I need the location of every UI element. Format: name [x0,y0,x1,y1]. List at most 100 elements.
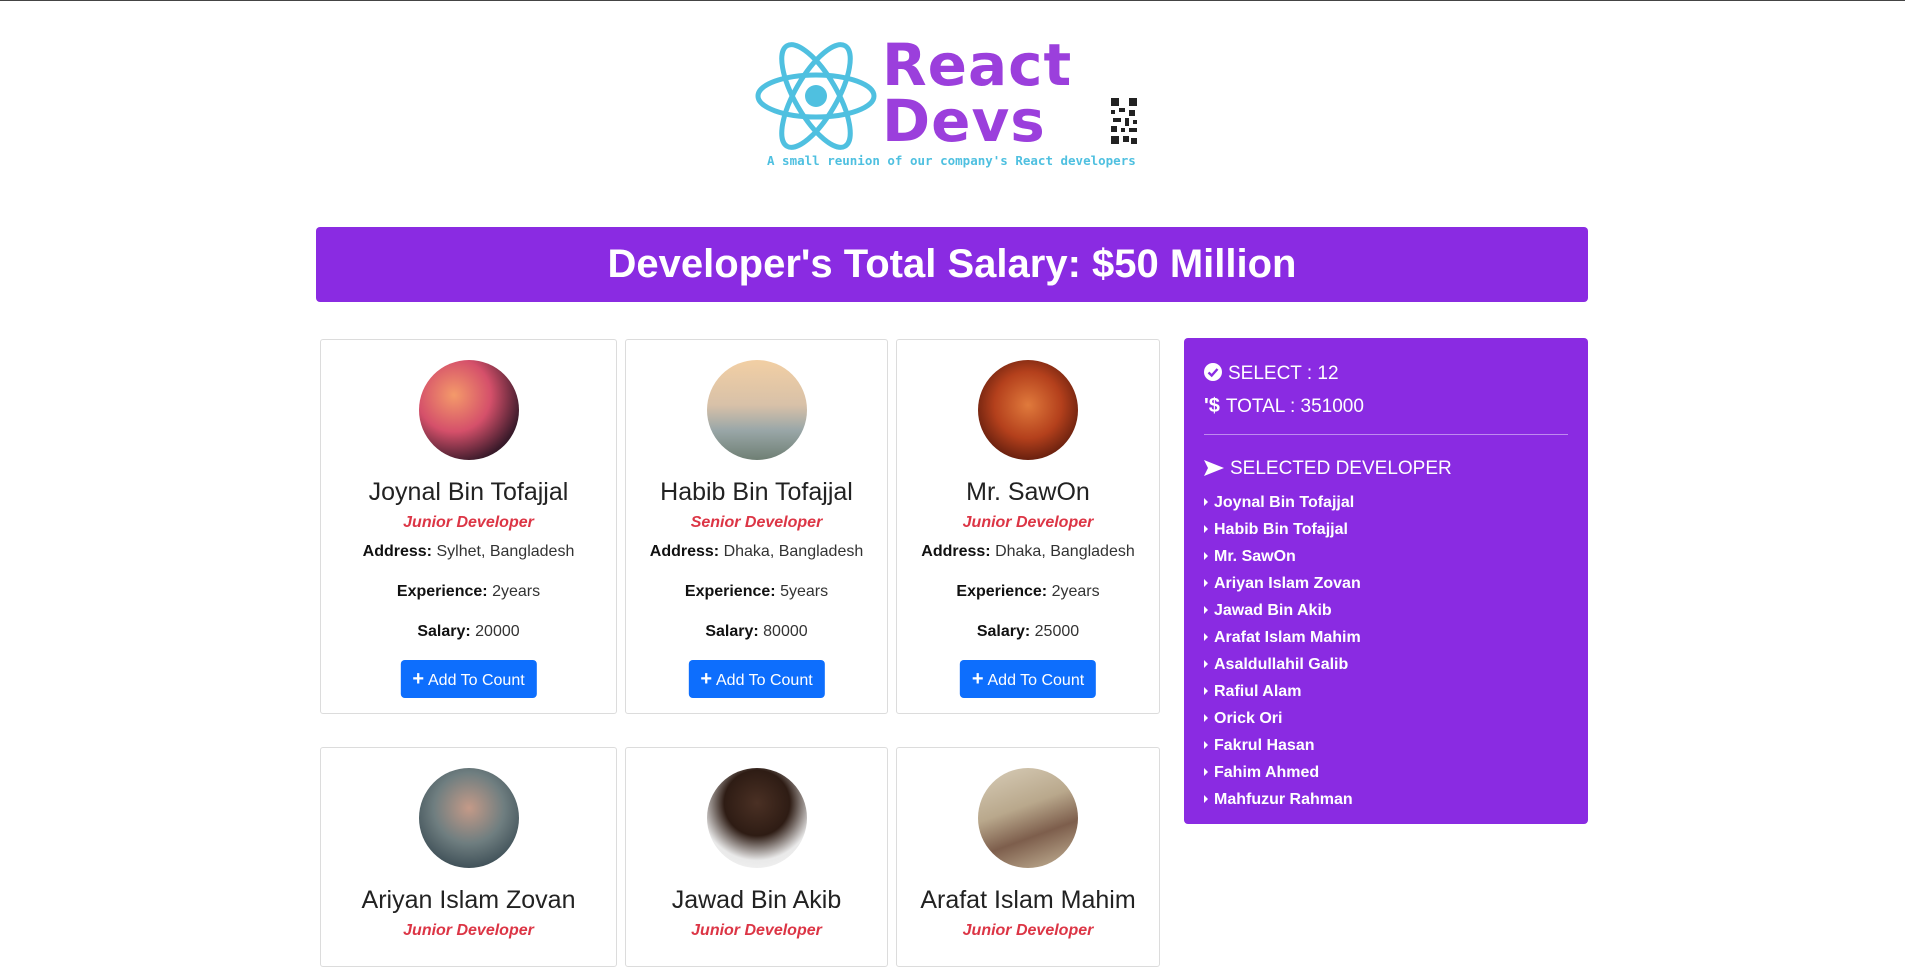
add-button-label: Add To Count [987,672,1085,689]
developer-address: Address: Sylhet, Bangladesh [321,543,616,561]
salary-value: 80000 [763,623,808,640]
selected-developer-item: Ariyan Islam Zovan [1204,570,1568,597]
caret-right-icon [1204,552,1208,560]
selected-developer-name: Arafat Islam Mahim [1214,629,1361,646]
add-button-label: Add To Count [428,672,525,689]
selected-developer-name: Habib Bin Tofajjal [1214,521,1348,538]
address-value: Dhaka, Bangladesh [995,543,1135,560]
selected-developer-item: Rafiul Alam [1204,678,1568,705]
developer-name: Ariyan Islam Zovan [361,886,576,914]
selected-developer-item: Fakrul Hasan [1204,732,1568,759]
address-label: Address: [921,543,991,560]
developer-experience: Experience: 2years [321,583,616,601]
caret-right-icon [1204,606,1208,614]
developer-role: Junior Developer [403,922,534,939]
developer-experience: Experience: 5years [626,583,887,601]
developer-card: Arafat Islam Mahim Junior Developer [896,747,1160,967]
selected-developer-item: Habib Bin Tofajjal [1204,516,1568,543]
avatar [978,360,1078,460]
add-to-count-button[interactable]: + Add To Count [400,660,537,698]
plus-icon: + [700,668,713,690]
developer-role: Junior Developer [962,922,1094,939]
developer-address: Address: Dhaka, Bangladesh [626,543,887,561]
caret-right-icon [1204,768,1208,776]
address-label: Address: [649,543,720,560]
salary-value: 25000 [1034,623,1080,640]
developer-name: Habib Bin Tofajjal [660,478,853,506]
react-atom-icon [755,42,877,150]
developer-role: Junior Developer [691,922,822,939]
selected-developer-name: Orick Ori [1214,710,1283,727]
selected-developer-name: Joynal Bin Tofajjal [1214,494,1355,511]
selection-panel: SELECT : 12 '$ TOTAL : 351000 SELECTED DE… [1184,338,1588,824]
caret-right-icon [1204,525,1208,533]
selected-developer-title: SELECTED DEVELOPER [1230,458,1452,479]
selected-developer-item: Fahim Ahmed [1204,759,1568,786]
plus-icon: + [971,668,984,690]
developer-name: Joynal Bin Tofajjal [368,478,569,506]
selected-developer-heading: SELECTED DEVELOPER [1204,453,1568,485]
developer-name: Arafat Islam Mahim [920,886,1136,914]
avatar [418,768,519,868]
selected-developer-name: Fahim Ahmed [1214,764,1320,781]
salary-label: Salary: [705,623,759,640]
select-count: SELECT : 12 [1204,358,1568,390]
developer-role: Senior Developer [690,514,823,531]
total-amount-text: TOTAL : 351000 [1225,396,1364,417]
developer-card: Ariyan Islam Zovan Junior Developer [320,747,617,967]
selected-developer-item: Asaldullahil Galib [1204,651,1568,678]
selected-developer-item: Jawad Bin Akib [1204,597,1568,624]
developer-salary: Salary: 20000 [321,623,616,641]
logo-tagline: A small reunion of our company's React d… [767,153,1136,168]
address-label: Address: [362,543,433,560]
add-to-count-button[interactable]: + Add To Count [959,660,1097,698]
salary-label: Salary: [417,623,471,640]
selected-developer-name: Rafiul Alam [1214,683,1302,700]
qr-code-icon [1109,96,1139,148]
caret-right-icon [1204,687,1208,695]
experience-value: 2years [492,583,541,600]
experience-value: 5years [780,583,829,600]
selected-developer-name: Fakrul Hasan [1214,737,1315,754]
dollar-icon: '$ [1204,395,1220,417]
total-amount: '$ TOTAL : 351000 [1204,390,1568,422]
avatar [706,768,807,868]
caret-right-icon [1204,633,1208,641]
developer-role: Junior Developer [962,514,1094,531]
send-arrow-icon [1204,460,1224,476]
developer-experience: Experience: 2years [897,583,1159,601]
experience-label: Experience: [956,583,1048,600]
logo-line-2: Devs [882,87,1046,155]
developer-role: Junior Developer [403,514,534,531]
developer-salary: Salary: 25000 [897,623,1159,641]
experience-value: 2years [1051,583,1100,600]
salary-value: 20000 [475,623,520,640]
avatar [706,360,807,460]
select-count-text: SELECT : 12 [1228,363,1339,384]
developer-card: Mr. SawOn Junior Developer Address: Dhak… [896,339,1160,714]
plus-icon: + [412,668,425,690]
address-value: Dhaka, Bangladesh [723,543,864,560]
logo-line-1: React [882,31,1073,99]
developer-card: Joynal Bin Tofajjal Junior Developer Add… [320,339,617,714]
selected-developer-item: Mahfuzur Rahman [1204,786,1568,813]
avatar [978,768,1078,868]
developer-card: Habib Bin Tofajjal Senior Developer Addr… [625,339,888,714]
add-to-count-button[interactable]: + Add To Count [688,660,825,698]
developer-card: Jawad Bin Akib Junior Developer [625,747,888,967]
selected-developer-name: Mr. SawOn [1214,548,1296,565]
selected-developer-item: Mr. SawOn [1204,543,1568,570]
caret-right-icon [1204,498,1208,506]
divider [1204,434,1568,435]
total-salary-banner: Developer's Total Salary: $50 Million [316,227,1588,302]
caret-right-icon [1204,741,1208,749]
developer-name: Mr. SawOn [966,478,1090,506]
developer-name: Jawad Bin Akib [671,886,842,914]
developer-salary: Salary: 80000 [626,623,887,641]
salary-label: Salary: [976,623,1031,640]
experience-label: Experience: [684,583,776,600]
site-logo: React Devs A small reunion of our compan… [754,31,1149,176]
selected-developer-name: Asaldullahil Galib [1214,656,1349,673]
selected-developer-name: Jawad Bin Akib [1214,602,1332,619]
selected-developer-name: Ariyan Islam Zovan [1214,575,1361,592]
